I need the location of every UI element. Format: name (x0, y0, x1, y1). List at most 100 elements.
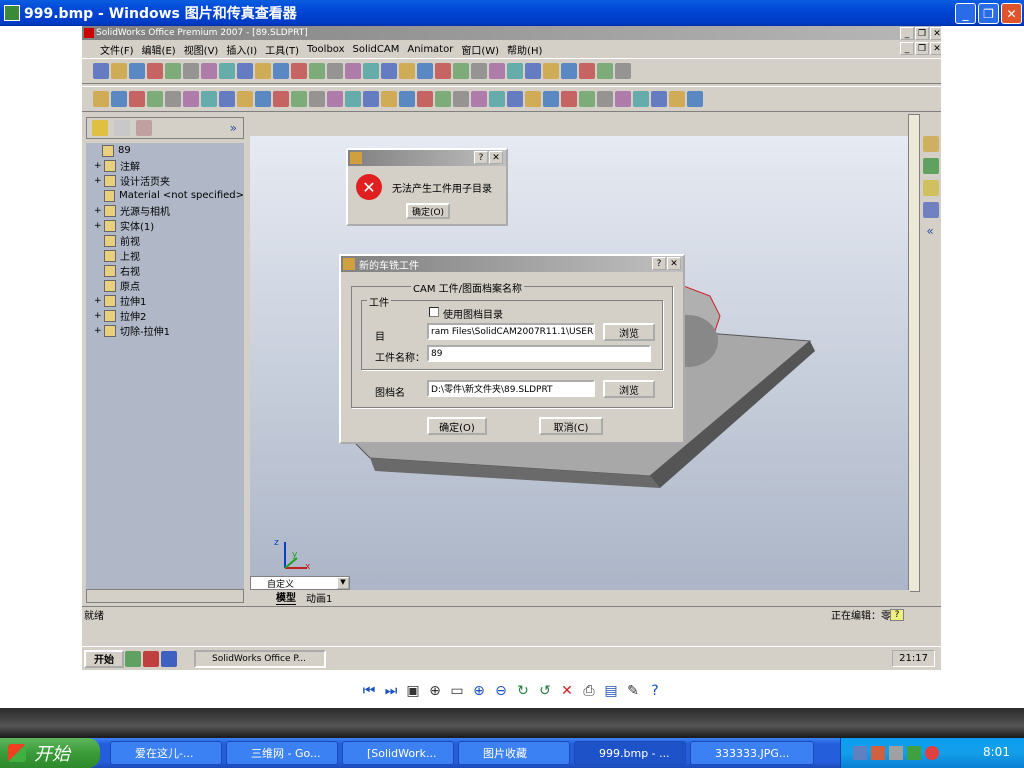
tree-item[interactable]: + 拉伸2 (86, 308, 244, 323)
xp-task-button[interactable]: 999.bmp - ... (574, 741, 686, 765)
toolbar-tool-icon[interactable] (93, 63, 109, 79)
cam-cancel-button[interactable]: 取消(C) (539, 417, 603, 435)
toolbar-tool-icon[interactable] (345, 91, 361, 107)
toolbar-tool-icon[interactable] (147, 63, 163, 79)
inner-start-button[interactable]: 开始 (84, 649, 124, 668)
xp-task-button[interactable]: 333333.JPG... (690, 741, 814, 765)
doc-restore-button[interactable]: ❐ (915, 42, 929, 55)
toolbar-tool-icon[interactable] (183, 63, 199, 79)
property-tab-icon[interactable] (114, 120, 130, 136)
toolbar-tool-icon[interactable] (345, 63, 361, 79)
toolbar-tool-icon[interactable] (417, 63, 433, 79)
toolbar-tool-icon[interactable] (669, 91, 685, 107)
toolbar-tool-icon[interactable] (651, 91, 667, 107)
inner-task-solidworks[interactable]: SolidWorks Office P... (194, 649, 326, 668)
feature-tree-tab-icon[interactable] (92, 120, 108, 136)
toolbar-tool-icon[interactable] (615, 91, 631, 107)
doc-minimize-button[interactable]: _ (900, 42, 914, 55)
xp-task-button[interactable]: 爱在这儿-... (110, 741, 222, 765)
tab-model[interactable]: 模型 (276, 589, 296, 605)
toolbar-tool-icon[interactable] (219, 63, 235, 79)
toolbar-tool-icon[interactable] (633, 91, 649, 107)
tree-expander-icon[interactable]: + (94, 176, 104, 186)
tree-expander-icon[interactable]: + (94, 206, 104, 216)
toolbar-tool-icon[interactable] (381, 63, 397, 79)
toolbar-tool-icon[interactable] (543, 63, 559, 79)
toolbar-tool-icon[interactable] (561, 63, 577, 79)
toolbar-tool-icon[interactable] (507, 91, 523, 107)
toolbar-tool-icon[interactable] (561, 91, 577, 107)
sw-restore-button[interactable]: ❐ (915, 27, 929, 40)
tree-item[interactable]: 右视 (86, 263, 244, 278)
previous-image-icon[interactable]: ⏮ (360, 682, 378, 700)
quicklaunch-icon[interactable] (125, 650, 141, 667)
tray-security-icon[interactable] (871, 746, 885, 760)
xp-task-button[interactable]: 图片收藏 (458, 741, 570, 765)
toolbar-tool-icon[interactable] (201, 63, 217, 79)
error-ok-button[interactable]: 确定(O) (406, 203, 450, 219)
toolbar-tool-icon[interactable] (111, 91, 127, 107)
menu-item[interactable]: 工具(T) (265, 42, 299, 57)
toolbar-tool-icon[interactable] (597, 63, 613, 79)
collapse-icon[interactable]: « (922, 224, 938, 238)
tab-animation[interactable]: 动画1 (306, 590, 332, 605)
view-combo-arrow-icon[interactable]: ▼ (337, 577, 349, 589)
menu-item[interactable]: SolidCAM (353, 44, 400, 55)
tree-item[interactable]: 上视 (86, 248, 244, 263)
error-close-button[interactable]: ✕ (489, 151, 503, 164)
viewport-vscrollbar[interactable] (908, 114, 920, 592)
tree-expander-icon[interactable]: + (94, 311, 104, 321)
home-icon[interactable] (923, 136, 939, 152)
menu-item[interactable]: 插入(I) (226, 42, 257, 57)
toolbar-tool-icon[interactable] (471, 91, 487, 107)
toolbar-tool-icon[interactable] (363, 91, 379, 107)
toolbar-tool-icon[interactable] (597, 91, 613, 107)
quicklaunch-icon-2[interactable] (143, 650, 159, 667)
toolbar-tool-icon[interactable] (147, 91, 163, 107)
toolbar-tool-icon[interactable] (579, 63, 595, 79)
toolbar-tool-icon[interactable] (237, 63, 253, 79)
best-fit-icon[interactable]: ▣ (404, 682, 422, 700)
tree-item[interactable]: + 设计活页夹 (86, 173, 244, 188)
delete-icon[interactable]: ✕ (558, 682, 576, 700)
palette-icon[interactable] (923, 202, 939, 218)
tree-item[interactable]: 原点 (86, 278, 244, 293)
menu-item[interactable]: 帮助(H) (507, 42, 542, 57)
restore-button[interactable]: ❐ (978, 3, 999, 24)
toolbar-tool-icon[interactable] (273, 91, 289, 107)
toolbar-tool-icon[interactable] (129, 91, 145, 107)
xp-task-button[interactable]: 三维网 - Go... (226, 741, 338, 765)
edit-icon[interactable]: ✎ (624, 682, 642, 700)
toolbar-tool-icon[interactable] (687, 91, 703, 107)
tree-item[interactable]: Material <not specified> (86, 188, 244, 203)
rotate-counterclockwise-icon[interactable]: ↺ (536, 682, 554, 700)
sw-close-button[interactable]: ✕ (930, 27, 941, 40)
toolbar-tool-icon[interactable] (219, 91, 235, 107)
minimize-button[interactable]: _ (955, 3, 976, 24)
toolbar-tool-icon[interactable] (489, 91, 505, 107)
toolbar-tool-icon[interactable] (327, 91, 343, 107)
toolbar-tool-icon[interactable] (525, 91, 541, 107)
start-button[interactable]: 开始 (0, 738, 100, 768)
sw-minimize-button[interactable]: _ (900, 27, 914, 40)
tree-expander-icon[interactable]: + (94, 296, 104, 306)
toolbar-tool-icon[interactable] (165, 63, 181, 79)
xp-task-button[interactable]: [SolidWork... (342, 741, 454, 765)
slideshow-icon[interactable]: ▭ (448, 682, 466, 700)
menu-item[interactable]: Animator (407, 44, 453, 55)
toolbar-tool-icon[interactable] (165, 91, 181, 107)
config-tab-icon[interactable] (136, 120, 152, 136)
tree-hscrollbar[interactable] (86, 589, 244, 603)
toolbar-tool-icon[interactable] (525, 63, 541, 79)
tree-expander-icon[interactable]: + (94, 326, 104, 336)
toolbar-tool-icon[interactable] (399, 91, 415, 107)
toolbar-tool-icon[interactable] (363, 63, 379, 79)
tree-item[interactable]: 89 (86, 143, 244, 158)
toolbar-tool-icon[interactable] (507, 63, 523, 79)
rotate-clockwise-icon[interactable]: ↻ (514, 682, 532, 700)
tree-item[interactable]: + 拉伸1 (86, 293, 244, 308)
toolbar-tool-icon[interactable] (273, 63, 289, 79)
close-button[interactable]: ✕ (1001, 3, 1022, 24)
menu-item[interactable]: 窗口(W) (461, 42, 499, 57)
next-image-icon[interactable]: ⏭ (382, 682, 400, 700)
